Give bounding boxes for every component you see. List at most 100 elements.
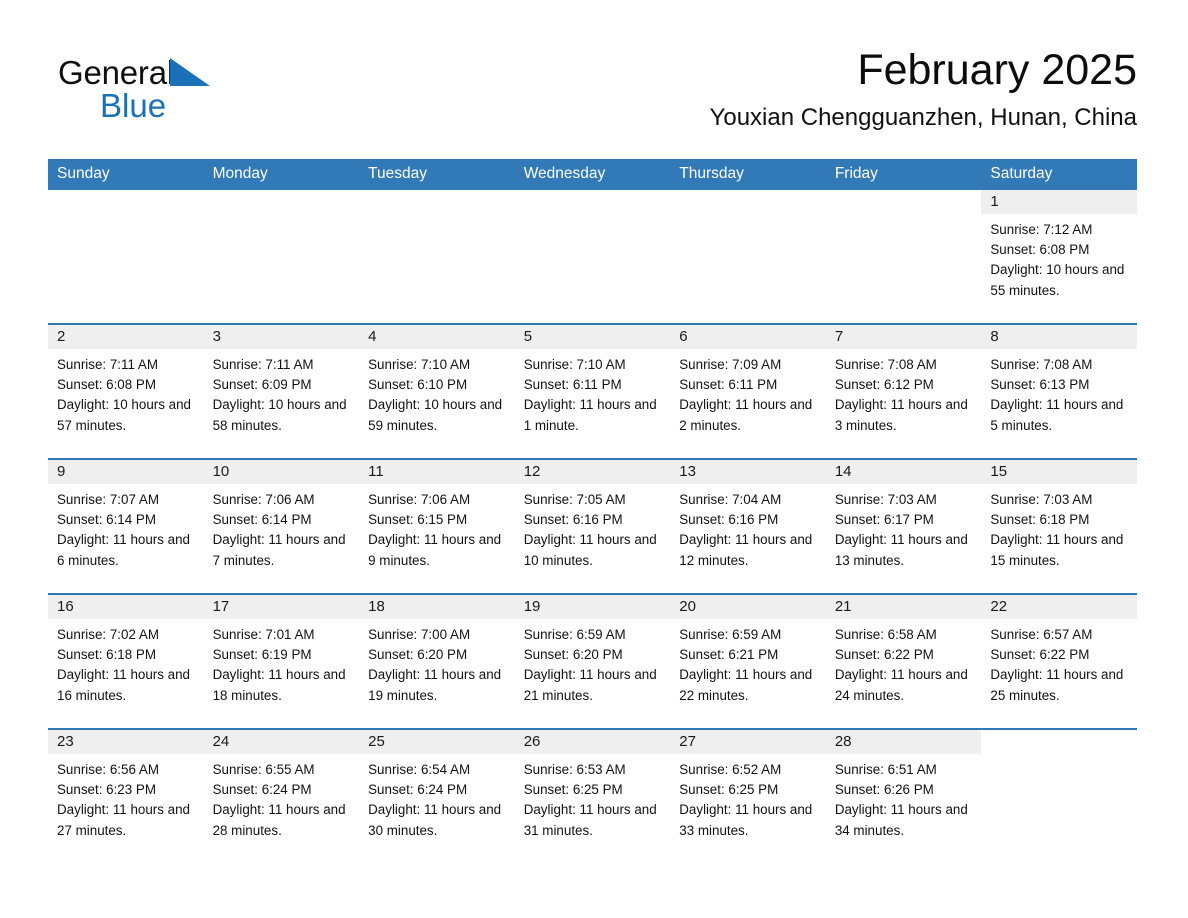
calendar-cell-empty [825, 190, 982, 324]
calendar-day-cell[interactable]: 11 Sunrise: 7:06 AM Sunset: 6:15 PM Dayligh… [359, 458, 515, 594]
calendar-day-cell[interactable]: 19 Sunrise: 6:59 AM Sunset: 6:20 PM Dayligh… [514, 593, 671, 729]
calendar-day-cell[interactable]: 17 Sunrise: 7:01 AM Sunset: 6:19 PM Dayligh… [203, 593, 360, 729]
sunrise-text: Sunrise: 7:11 AM [212, 357, 314, 372]
day-details: Sunrise: 7:10 AM Sunset: 6:11 PM Daylight:… [515, 349, 671, 436]
day-details: Sunrise: 6:51 AM Sunset: 6:26 PM Daylight:… [826, 754, 982, 841]
calendar-day-cell[interactable]: 28 Sunrise: 6:51 AM Sunset: 6:26 PM Dayligh… [825, 728, 982, 863]
page-header: General Blue February 2025 Youxian Cheng… [48, 44, 1137, 154]
sunrise-text: Sunrise: 6:52 AM [679, 762, 782, 777]
day-number [514, 190, 671, 214]
calendar-day-cell[interactable]: 1 Sunrise: 7:12 AM Sunset: 6:08 PM Daylight… [981, 190, 1137, 324]
daylight-text: Daylight: 10 hours and 58 minutes. [212, 397, 347, 433]
calendar-cell-empty [203, 190, 360, 324]
day-number: 23 [48, 730, 204, 754]
day-details: Sunrise: 6:59 AM Sunset: 6:21 PM Daylight:… [670, 619, 826, 706]
sunset-text: Sunset: 6:13 PM [990, 377, 1090, 393]
sunrise-text: Sunrise: 6:53 AM [523, 762, 626, 777]
sunset-text: Sunset: 6:22 PM [990, 647, 1090, 663]
calendar-day-cell[interactable]: 6 Sunrise: 7:09 AM Sunset: 6:11 PM Daylight… [670, 323, 826, 459]
calendar-day-cell[interactable]: 12 Sunrise: 7:05 AM Sunset: 6:16 PM Dayligh… [514, 458, 671, 594]
daylight-text: Daylight: 11 hours and 9 minutes. [368, 532, 502, 568]
sunset-text: Sunset: 6:16 PM [679, 512, 779, 528]
sunset-text: Sunset: 6:12 PM [834, 377, 934, 393]
sunset-text: Sunset: 6:16 PM [523, 512, 623, 528]
sunset-text: Sunset: 6:15 PM [368, 512, 468, 528]
calendar-day-cell[interactable]: 2 Sunrise: 7:11 AM Sunset: 6:08 PM Daylight… [48, 323, 204, 459]
sunrise-text: Sunrise: 7:07 AM [57, 492, 159, 507]
sunset-text: Sunset: 6:21 PM [679, 647, 779, 663]
calendar-day-cell[interactable]: 22 Sunrise: 6:57 AM Sunset: 6:22 PM Dayligh… [981, 593, 1137, 729]
daylight-text: Daylight: 11 hours and 34 minutes. [834, 802, 968, 838]
calendar-day-cell[interactable]: 4 Sunrise: 7:10 AM Sunset: 6:10 PM Daylight… [359, 323, 515, 459]
sunrise-text: Sunrise: 7:04 AM [679, 492, 782, 507]
day-number: 22 [981, 595, 1137, 619]
sunrise-text: Sunrise: 7:00 AM [368, 627, 471, 642]
day-details: Sunrise: 7:12 AM Sunset: 6:08 PM Daylight:… [981, 214, 1137, 301]
daylight-text: Daylight: 11 hours and 22 minutes. [679, 667, 813, 703]
calendar-day-cell[interactable]: 5 Sunrise: 7:10 AM Sunset: 6:11 PM Daylight… [514, 323, 671, 459]
daylight-text: Daylight: 10 hours and 55 minutes. [990, 262, 1125, 298]
daylight-text: Daylight: 11 hours and 6 minutes. [57, 532, 190, 568]
cell-content: 27 Sunrise: 6:52 AM Sunset: 6:25 PM Dayligh… [670, 730, 826, 863]
general-blue-logo[interactable]: General Blue [58, 54, 318, 134]
calendar-day-cell[interactable]: 26 Sunrise: 6:53 AM Sunset: 6:25 PM Dayligh… [514, 728, 671, 863]
cell-content: 2 Sunrise: 7:11 AM Sunset: 6:08 PM Daylight… [48, 325, 204, 458]
sunset-text: Sunset: 6:11 PM [523, 377, 622, 393]
cell-content [670, 190, 826, 323]
calendar-page: General Blue February 2025 Youxian Cheng… [0, 0, 1188, 918]
sunset-text: Sunset: 6:14 PM [57, 512, 156, 528]
calendar-day-cell[interactable]: 14 Sunrise: 7:03 AM Sunset: 6:17 PM Dayligh… [825, 458, 982, 594]
day-details: Sunrise: 7:03 AM Sunset: 6:17 PM Daylight:… [826, 484, 982, 571]
day-number: 17 [203, 595, 360, 619]
calendar-day-cell[interactable]: 8 Sunrise: 7:08 AM Sunset: 6:13 PM Daylight… [981, 323, 1137, 459]
calendar-day-cell[interactable]: 24 Sunrise: 6:55 AM Sunset: 6:24 PM Dayligh… [203, 728, 360, 863]
day-number [670, 190, 826, 214]
calendar-day-cell[interactable]: 15 Sunrise: 7:03 AM Sunset: 6:18 PM Dayligh… [981, 458, 1137, 594]
calendar-day-cell[interactable]: 7 Sunrise: 7:08 AM Sunset: 6:12 PM Daylight… [825, 323, 982, 459]
daylight-text: Daylight: 11 hours and 21 minutes. [523, 667, 657, 703]
calendar-day-cell[interactable]: 3 Sunrise: 7:11 AM Sunset: 6:09 PM Daylight… [203, 323, 360, 459]
cell-content: 26 Sunrise: 6:53 AM Sunset: 6:25 PM Dayligh… [514, 730, 671, 863]
weekday-header-friday: Friday [825, 159, 982, 190]
calendar-day-cell[interactable]: 9 Sunrise: 7:07 AM Sunset: 6:14 PM Daylight… [48, 458, 204, 594]
day-number: 27 [670, 730, 826, 754]
daylight-text: Daylight: 11 hours and 7 minutes. [212, 532, 346, 568]
sunset-text: Sunset: 6:14 PM [212, 512, 312, 528]
weekday-header-wednesday: Wednesday [514, 159, 671, 190]
sunrise-text: Sunrise: 6:54 AM [368, 762, 471, 777]
weekday-header-tuesday: Tuesday [359, 159, 515, 190]
calendar-day-cell[interactable]: 23 Sunrise: 6:56 AM Sunset: 6:23 PM Dayligh… [48, 728, 204, 863]
daylight-text: Daylight: 11 hours and 2 minutes. [679, 397, 813, 433]
calendar-week-row: 16 Sunrise: 7:02 AM Sunset: 6:18 PM Dayligh… [48, 593, 1137, 729]
daylight-text: Daylight: 11 hours and 15 minutes. [990, 532, 1124, 568]
calendar-day-cell[interactable]: 25 Sunrise: 6:54 AM Sunset: 6:24 PM Dayligh… [359, 728, 515, 863]
calendar-week-row: 2 Sunrise: 7:11 AM Sunset: 6:08 PM Daylight… [48, 323, 1137, 459]
cell-content: 4 Sunrise: 7:10 AM Sunset: 6:10 PM Daylight… [359, 325, 515, 458]
cell-content: 18 Sunrise: 7:00 AM Sunset: 6:20 PM Dayligh… [359, 595, 515, 728]
day-number: 10 [203, 460, 360, 484]
day-number: 1 [981, 190, 1137, 214]
weekday-header-sunday: Sunday [48, 159, 204, 190]
cell-content: 7 Sunrise: 7:08 AM Sunset: 6:12 PM Daylight… [825, 325, 982, 458]
calendar-day-cell[interactable]: 18 Sunrise: 7:00 AM Sunset: 6:20 PM Dayligh… [359, 593, 515, 729]
daylight-text: Daylight: 11 hours and 28 minutes. [212, 802, 346, 838]
page-title: February 2025 [857, 46, 1137, 94]
sunset-text: Sunset: 6:24 PM [368, 782, 468, 798]
day-number: 3 [203, 325, 360, 349]
day-details: Sunrise: 6:57 AM Sunset: 6:22 PM Daylight:… [981, 619, 1137, 706]
daylight-text: Daylight: 11 hours and 24 minutes. [834, 667, 968, 703]
calendar-day-cell[interactable]: 20 Sunrise: 6:59 AM Sunset: 6:21 PM Dayligh… [670, 593, 826, 729]
weekday-header-monday: Monday [203, 159, 360, 190]
daylight-text: Daylight: 10 hours and 57 minutes. [57, 397, 191, 433]
calendar-day-cell[interactable]: 10 Sunrise: 7:06 AM Sunset: 6:14 PM Dayligh… [203, 458, 360, 594]
calendar-day-cell[interactable]: 27 Sunrise: 6:52 AM Sunset: 6:25 PM Dayligh… [670, 728, 826, 863]
cell-content: 3 Sunrise: 7:11 AM Sunset: 6:09 PM Daylight… [203, 325, 360, 458]
day-details: Sunrise: 6:56 AM Sunset: 6:23 PM Daylight:… [48, 754, 204, 841]
day-details: Sunrise: 6:55 AM Sunset: 6:24 PM Daylight:… [204, 754, 360, 841]
calendar-day-cell[interactable]: 13 Sunrise: 7:04 AM Sunset: 6:16 PM Dayligh… [670, 458, 826, 594]
calendar-day-cell[interactable]: 16 Sunrise: 7:02 AM Sunset: 6:18 PM Dayligh… [48, 593, 204, 729]
cell-content [825, 190, 982, 323]
daylight-text: Daylight: 11 hours and 33 minutes. [679, 802, 813, 838]
logo-text-general: General [58, 54, 175, 91]
calendar-day-cell[interactable]: 21 Sunrise: 6:58 AM Sunset: 6:22 PM Dayligh… [825, 593, 982, 729]
